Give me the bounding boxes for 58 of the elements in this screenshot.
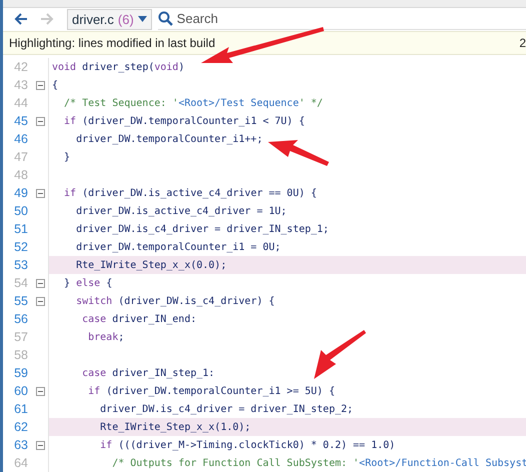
collapse-icon[interactable] (36, 440, 45, 450)
search-icon (158, 11, 173, 26)
collapse-icon[interactable] (36, 296, 45, 306)
line-number: 48 (13, 168, 28, 182)
forward-arrow-icon (39, 11, 55, 27)
code-text: driver_DW.temporalCounter_i1 = 0U; (75, 242, 281, 252)
line-number: 58 (13, 348, 28, 362)
code-text: driver_DW.is_active_c4_driver = 1U; (75, 206, 287, 216)
code-text: } (63, 152, 70, 162)
line-number[interactable]: 46 (3, 132, 28, 146)
line-number: 42 (13, 60, 28, 74)
code-text: /* Test Sequence: '<Root>/Test Sequence' */ (63, 98, 323, 108)
code-text: case driver_IN_step_1: (81, 368, 215, 378)
collapse-icon[interactable] (36, 116, 45, 126)
line-number: 64 (13, 456, 28, 470)
code-text: void driver_step(void) (51, 62, 184, 72)
line-number[interactable]: 50 (3, 204, 28, 218)
code-text: if (driver_DW.temporalCounter_i1 >= 5U) { (87, 386, 335, 396)
code-text: Rte_IWrite_Step_x_x(0.0); (75, 260, 227, 270)
code-text: break; (87, 332, 124, 342)
back-arrow-icon (13, 11, 29, 27)
code-text: if (driver_DW.is_active_c4_driver == 0U) { (63, 188, 317, 198)
collapse-icon[interactable] (36, 188, 45, 198)
search-field[interactable]: Search (176, 11, 526, 26)
line-number: 43 (13, 78, 28, 92)
code-text: driver_DW.temporalCounter_i1++; (75, 134, 263, 144)
file-dropdown[interactable]: driver.c (6) (67, 8, 152, 30)
line-number[interactable]: 51 (3, 222, 28, 236)
line-number[interactable]: 59 (3, 366, 28, 380)
line-number[interactable]: 55 (3, 294, 28, 308)
line-number[interactable]: 63 (3, 438, 28, 452)
highlighting-notice: Highlighting: lines modified in last build (9, 36, 216, 50)
line-number[interactable]: 61 (3, 402, 28, 416)
code-text: driver_DW.is_c4_driver = driver_IN_step_1; (75, 224, 329, 234)
code-text: switch (driver_DW.is_c4_driver) { (75, 296, 275, 306)
code-text: case driver_IN_end: (81, 314, 196, 324)
line-number[interactable]: 60 (3, 384, 28, 398)
annotation-arrow (314, 330, 366, 379)
annotation-arrow (268, 140, 329, 166)
code-text: } else { (63, 278, 112, 288)
caret-icon (138, 16, 147, 22)
code-text: Rte_IWrite_Step_x_x(1.0); (99, 422, 251, 432)
collapse-icon[interactable] (36, 80, 45, 90)
code-text: driver_DW.is_c4_driver = driver_IN_step_2; (99, 404, 354, 414)
line-number[interactable]: 52 (3, 240, 28, 254)
code-text: { (51, 80, 58, 90)
code-text: if (((driver_M->Timing.clockTick0) * 0.2) == 1.0) (99, 440, 396, 450)
code-text: if (driver_DW.temporalCounter_i1 < 7U) { (63, 116, 305, 126)
line-number: 54 (13, 276, 28, 290)
collapse-icon[interactable] (36, 278, 45, 288)
line-number[interactable]: 49 (3, 186, 28, 200)
info-count: 2 (519, 36, 526, 50)
line-number: 44 (13, 96, 28, 110)
line-number: 57 (13, 330, 28, 344)
collapse-icon[interactable] (36, 386, 45, 396)
line-number: 47 (13, 150, 28, 164)
line-number[interactable]: 45 (3, 114, 28, 128)
line-number[interactable]: 56 (3, 312, 28, 326)
